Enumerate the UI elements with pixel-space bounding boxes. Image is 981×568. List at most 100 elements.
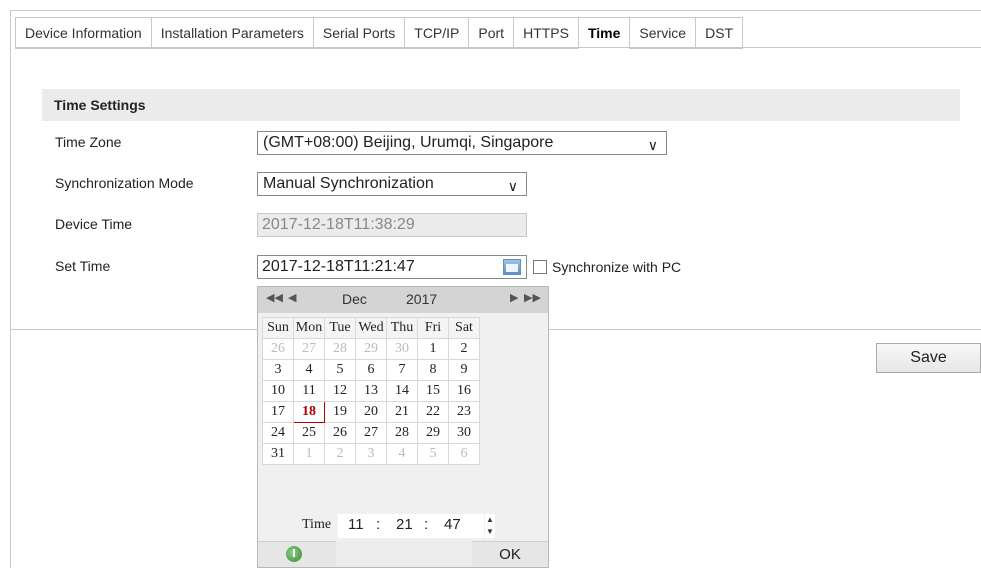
minute-input[interactable]: 21 [396,514,413,536]
chevron-down-icon: ∨ [647,137,658,153]
calendar-day[interactable]: 31 [262,443,294,465]
calendar-day[interactable]: 6 [355,359,387,381]
tab-dst[interactable]: DST [695,17,744,49]
calendar-day[interactable]: 2 [324,443,356,465]
calendar-day[interactable]: 7 [386,359,418,381]
calendar-day[interactable]: 10 [262,380,294,402]
calendar-day[interactable]: 4 [293,359,325,381]
calendar-day[interactable]: 13 [355,380,387,402]
calendar-day[interactable]: 17 [262,401,294,423]
calendar-week-row: 31 1 2 3 4 5 6 [262,443,480,465]
weekday-row: Sun Mon Tue Wed Thu Fri Sat [262,317,480,339]
calendar-week-row: 24 25 26 27 28 29 30 [262,422,480,444]
calendar-day[interactable]: 28 [386,422,418,444]
calendar-week-row: 26 27 28 29 30 1 2 [262,338,480,360]
weekday-header: Sat [448,317,480,339]
calendar-day-selected[interactable]: 18 [293,401,325,423]
calendar-day[interactable]: 5 [417,443,449,465]
time-spinner-icon[interactable]: ▲ ▼ [485,514,495,538]
date-picker-footer: OK [258,541,548,567]
picker-time-input[interactable]: 11 : 21 : 47 [338,514,484,538]
tab-time[interactable]: Time [577,17,631,49]
prev-month-icon[interactable]: ◀ [288,291,296,304]
calendar-day[interactable]: 2 [448,338,480,360]
calendar-day[interactable]: 19 [324,401,356,423]
set-time-label: Set Time [55,258,111,274]
calendar-day[interactable]: 12 [324,380,356,402]
calendar-day[interactable]: 9 [448,359,480,381]
calendar-day[interactable]: 23 [448,401,480,423]
calendar-day[interactable]: 14 [386,380,418,402]
reset-time-button[interactable] [258,541,336,567]
calendar-day[interactable]: 4 [386,443,418,465]
calendar-day[interactable]: 1 [417,338,449,360]
calendar-day[interactable]: 3 [355,443,387,465]
calendar-day[interactable]: 27 [355,422,387,444]
calendar-day[interactable]: 28 [324,338,356,360]
calendar-day[interactable]: 24 [262,422,294,444]
tab-serial-ports[interactable]: Serial Ports [312,17,406,49]
calendar-day[interactable]: 16 [448,380,480,402]
prev-year-icon[interactable]: ◀◀ [266,291,283,304]
tab-tcp-ip[interactable]: TCP/IP [404,17,470,49]
calendar-day[interactable]: 3 [262,359,294,381]
ok-button[interactable]: OK [472,541,548,567]
weekday-header: Fri [417,317,449,339]
calendar-day[interactable]: 26 [262,338,294,360]
picker-time-label: Time [302,517,332,532]
weekday-header: Mon [293,317,325,339]
time-zone-select[interactable]: (GMT+08:00) Beijing, Urumqi, Singapore ∨ [257,131,667,155]
calendar-day[interactable]: 6 [448,443,480,465]
sync-mode-select[interactable]: Manual Synchronization ∨ [257,172,527,196]
settings-panel [10,10,981,330]
tab-device-information[interactable]: Device Information [15,17,152,49]
tab-https[interactable]: HTTPS [513,17,579,49]
weekday-header: Wed [355,317,387,339]
next-month-icon[interactable]: ▶ [510,291,518,304]
calendar-day[interactable]: 1 [293,443,325,465]
tab-service[interactable]: Service [629,17,697,49]
picker-year[interactable]: 2017 [406,291,437,307]
calendar-day[interactable]: 20 [355,401,387,423]
calendar-day[interactable]: 8 [417,359,449,381]
calendar-week-row: 10 11 12 13 14 15 16 [262,380,480,402]
calendar-day[interactable]: 22 [417,401,449,423]
calendar-day[interactable]: 27 [293,338,325,360]
second-input[interactable]: 47 [444,514,461,536]
chevron-down-icon: ∨ [507,178,518,194]
weekday-header: Sun [262,317,294,339]
calendar-icon[interactable] [503,259,521,275]
sync-pc-checkbox[interactable] [533,260,547,274]
tab-divider [15,47,981,48]
calendar-day[interactable]: 29 [417,422,449,444]
tab-installation-parameters[interactable]: Installation Parameters [150,17,314,49]
calendar-day[interactable]: 30 [448,422,480,444]
next-year-icon[interactable]: ▶▶ [524,291,541,304]
calendar-day[interactable]: 26 [324,422,356,444]
device-time-field: 2017-12-18T11:38:29 [257,213,527,237]
set-time-input[interactable]: 2017-12-18T11:21:47 [257,255,527,279]
picker-month[interactable]: Dec [342,291,367,307]
tab-port[interactable]: Port [468,17,515,49]
calendar-day[interactable]: 5 [324,359,356,381]
calendar-grid: Sun Mon Tue Wed Thu Fri Sat 26 27 28 29 30 1 2… [262,317,480,465]
hour-input[interactable]: 11 [348,514,364,536]
footer-spacer [336,541,472,567]
picker-time-row: Time 11 : 21 : 47 ▲ ▼ [258,511,548,539]
device-time-label: Device Time [55,216,133,232]
save-button[interactable]: Save [876,343,981,373]
calendar-day[interactable]: 30 [386,338,418,360]
date-picker: ◀◀ ◀ Dec 2017 ▶ ▶▶ Sun Mon Tue Wed Thu F… [257,286,549,568]
sync-mode-value: Manual Synchronization [263,175,434,192]
time-zone-value: (GMT+08:00) Beijing, Urumqi, Singapore [263,134,554,151]
sync-pc-label: Synchronize with PC [552,259,682,275]
clock-reset-icon [286,546,302,562]
calendar-week-row: 3456789 [262,359,480,381]
calendar-day[interactable]: 21 [386,401,418,423]
calendar-day[interactable]: 29 [355,338,387,360]
calendar-day[interactable]: 11 [293,380,325,402]
calendar-week-row: 17 18 19 20 21 22 23 [262,401,480,423]
calendar-day[interactable]: 15 [417,380,449,402]
calendar-day[interactable]: 25 [293,422,325,444]
time-separator: : [424,516,429,533]
